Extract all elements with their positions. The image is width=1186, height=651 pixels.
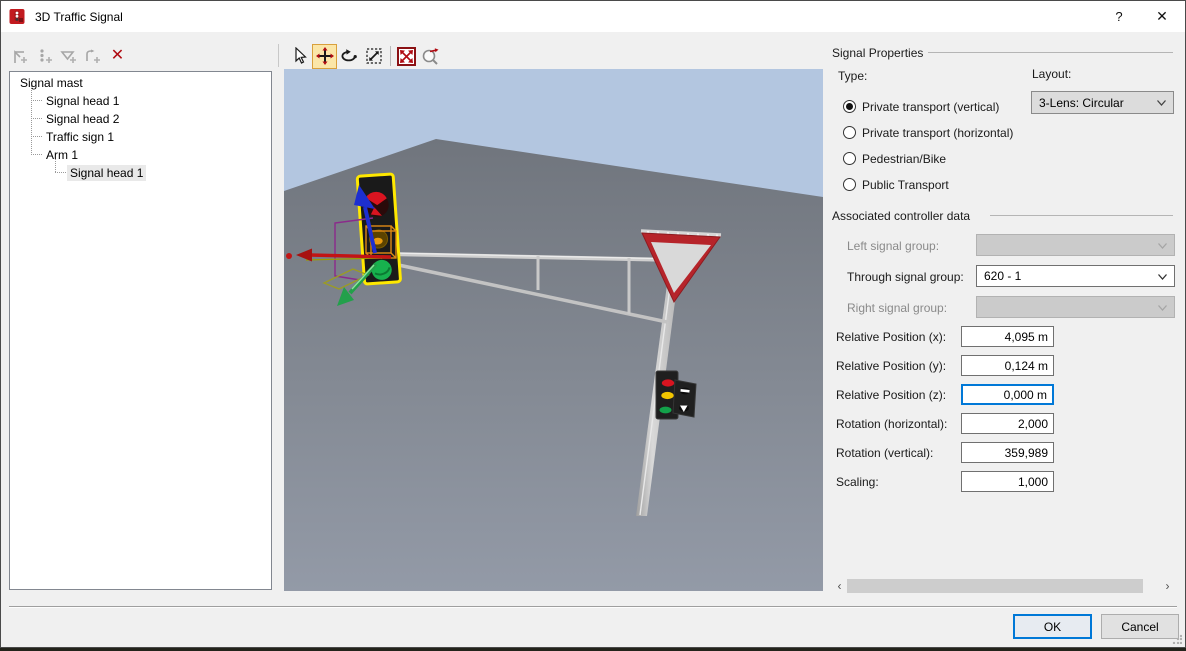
delete-icon: ✕ <box>111 48 124 64</box>
add-traffic-sign-button[interactable] <box>58 45 81 68</box>
add-traffic-sign-icon <box>60 48 79 65</box>
rotation-vertical-input[interactable] <box>961 442 1054 463</box>
move-tool-button[interactable] <box>312 44 337 69</box>
add-arm-icon <box>84 48 103 65</box>
radio-private-horizontal[interactable] <box>843 126 856 139</box>
radio-pedestrian-bike[interactable] <box>843 152 856 165</box>
scroll-left-arrow[interactable]: ‹ <box>832 578 847 594</box>
title-bar: 3D Traffic Signal ? ✕ <box>1 1 1185 32</box>
layout-label: Layout: <box>1032 67 1071 81</box>
app-icon <box>9 8 26 25</box>
viewport-toolbar <box>288 43 443 69</box>
window-title: 3D Traffic Signal <box>35 10 123 24</box>
add-signal-head-button[interactable] <box>34 45 57 68</box>
scrollbar-thumb[interactable] <box>847 579 1143 593</box>
zoom-selection-button[interactable] <box>419 45 442 68</box>
cancel-button[interactable]: Cancel <box>1101 614 1179 639</box>
layout-value: 3-Lens: Circular <box>1039 96 1124 110</box>
relative-position-x-label: Relative Position (x): <box>836 330 946 344</box>
tree-item-signal-mast[interactable]: Signal mast <box>17 75 86 91</box>
footer-separator <box>9 606 1177 607</box>
scene-tree: Signal mast Signal head 1 Signal head 2 … <box>9 71 272 590</box>
zoom-selection-icon <box>421 47 441 65</box>
help-button[interactable]: ? <box>1099 1 1139 32</box>
close-button[interactable]: ✕ <box>1139 1 1185 32</box>
rotation-horizontal-label: Rotation (horizontal): <box>836 417 947 431</box>
section-controller-data: Associated controller data <box>832 209 970 223</box>
left-signal-group-label: Left signal group: <box>847 239 939 253</box>
section-line <box>990 215 1173 216</box>
zoom-extents-icon <box>397 47 416 66</box>
type-label: Type: <box>838 69 867 83</box>
select-tool-button[interactable] <box>288 45 311 68</box>
add-mast-button[interactable] <box>10 45 33 68</box>
scaling-label: Scaling: <box>836 475 879 489</box>
delete-button[interactable]: ✕ <box>106 45 129 68</box>
through-signal-group-combobox[interactable]: 620 - 1 <box>976 265 1175 287</box>
3d-viewport[interactable] <box>284 69 823 591</box>
right-signal-group-label: Right signal group: <box>847 301 947 315</box>
add-mast-icon <box>12 48 31 65</box>
relative-position-z-input[interactable] <box>961 384 1054 405</box>
section-signal-properties: Signal Properties <box>832 46 923 60</box>
tree-item-arm-signal-head-1[interactable]: Signal head 1 <box>67 165 146 181</box>
tree-item-arm-1[interactable]: Arm 1 <box>43 147 81 163</box>
viewport-toolbar-separator <box>390 46 391 66</box>
add-arm-button[interactable] <box>82 45 105 68</box>
3d-traffic-signal-dialog: 3D Traffic Signal ? ✕ <box>0 0 1186 648</box>
tree-branch-line <box>31 118 42 119</box>
relative-position-x-input[interactable] <box>961 326 1054 347</box>
cursor-icon <box>292 47 308 65</box>
layout-combobox[interactable]: 3-Lens: Circular <box>1031 91 1174 114</box>
tree-branch-line <box>31 136 42 137</box>
radio-private-vertical[interactable] <box>843 100 856 113</box>
rotate-tool-button[interactable] <box>338 45 361 68</box>
chevron-down-icon <box>1158 243 1167 249</box>
rotate-icon <box>340 48 359 64</box>
resize-grip[interactable] <box>1172 634 1182 644</box>
scale-tool-button[interactable] <box>362 45 385 68</box>
rotation-horizontal-input[interactable] <box>961 413 1054 434</box>
horizontal-scrollbar[interactable]: ‹ › <box>832 578 1175 594</box>
right-signal-group-combobox <box>976 296 1175 318</box>
through-signal-group-label: Through signal group: <box>847 270 964 284</box>
move-icon <box>316 47 334 65</box>
tree-branch-line <box>31 154 42 155</box>
tree-branch-line <box>55 172 66 173</box>
ok-button[interactable]: OK <box>1013 614 1092 639</box>
tree-item-signal-head-1[interactable]: Signal head 1 <box>43 93 122 109</box>
radio-public-transport[interactable] <box>843 178 856 191</box>
tree-item-signal-head-2[interactable]: Signal head 2 <box>43 111 122 127</box>
scroll-right-arrow[interactable]: › <box>1160 578 1175 594</box>
through-signal-group-value: 620 - 1 <box>984 269 1021 283</box>
tree-branch-line <box>31 100 42 101</box>
tree-branch-line <box>31 85 32 155</box>
left-signal-group-combobox <box>976 234 1175 256</box>
chevron-down-icon <box>1158 274 1167 280</box>
radio-public-transport-label[interactable]: Public Transport <box>862 178 949 192</box>
toolbar-divider <box>278 44 279 67</box>
radio-pedestrian-bike-label[interactable]: Pedestrian/Bike <box>862 152 946 166</box>
relative-position-y-label: Relative Position (y): <box>836 359 946 373</box>
relative-position-z-label: Relative Position (z): <box>836 388 946 402</box>
radio-private-vertical-label[interactable]: Private transport (vertical) <box>862 100 999 114</box>
rotation-vertical-label: Rotation (vertical): <box>836 446 933 460</box>
radio-private-horizontal-label[interactable]: Private transport (horizontal) <box>862 126 1013 140</box>
zoom-extents-button[interactable] <box>395 45 418 68</box>
chevron-down-icon <box>1158 305 1167 311</box>
scaling-input[interactable] <box>961 471 1054 492</box>
tree-item-traffic-sign-1[interactable]: Traffic sign 1 <box>43 129 117 145</box>
relative-position-y-input[interactable] <box>961 355 1054 376</box>
scale-icon <box>365 47 383 65</box>
chevron-down-icon <box>1157 100 1166 106</box>
section-line <box>928 52 1173 53</box>
add-signal-head-icon <box>36 48 55 65</box>
tree-toolbar: ✕ <box>10 43 130 69</box>
